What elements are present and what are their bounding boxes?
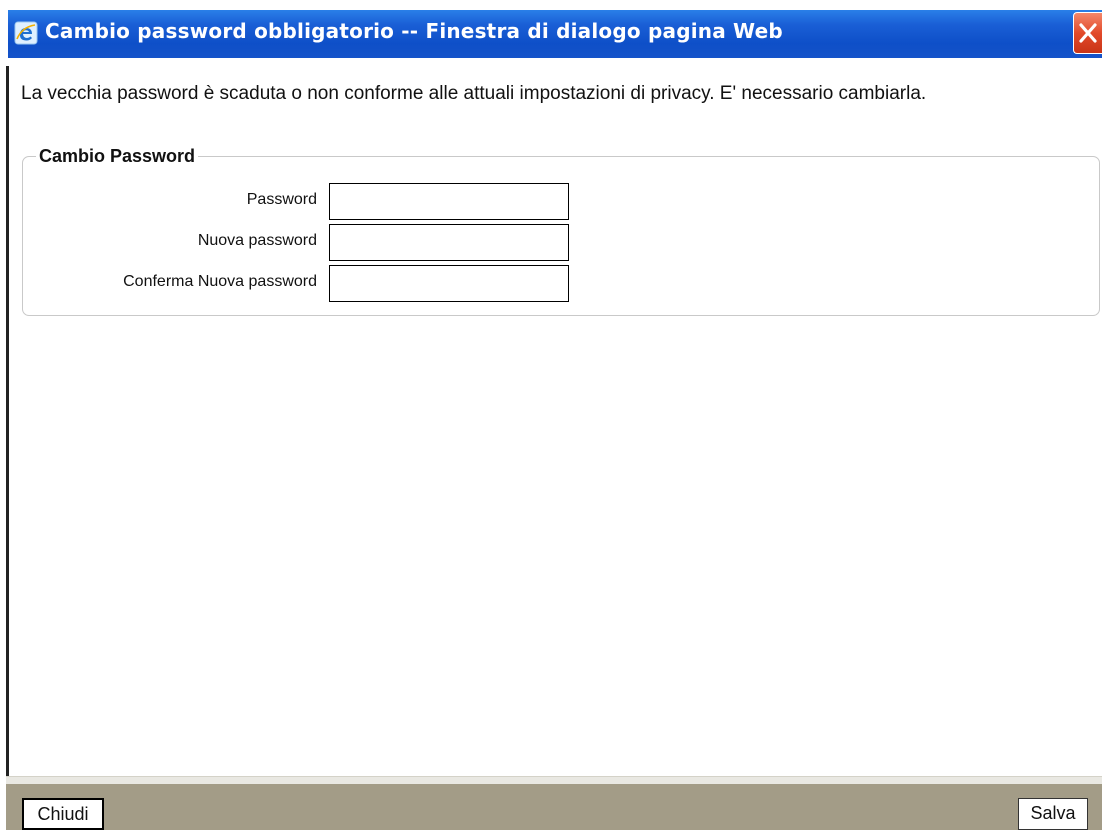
confirm-password-input[interactable] — [329, 265, 569, 302]
close-icon — [1079, 23, 1097, 43]
window-title: Cambio password obbligatorio -- Finestra… — [45, 19, 783, 43]
close-button[interactable]: Chiudi — [22, 798, 104, 830]
confirm-password-label: Conferma Nuova password — [123, 273, 317, 290]
internet-explorer-icon — [14, 21, 38, 45]
change-password-group: Cambio Password Password Nuova password … — [22, 146, 1100, 316]
new-password-label: Nuova password — [197, 232, 317, 249]
dialog-window: Cambio password obbligatorio -- Finestra… — [0, 0, 1102, 830]
expired-password-message: La vecchia password è scaduta o non conf… — [21, 83, 927, 104]
footer-divider — [6, 776, 1102, 784]
dialog-footer: Chiudi Salva — [6, 784, 1102, 830]
save-button[interactable]: Salva — [1018, 798, 1088, 830]
new-password-input[interactable] — [329, 224, 569, 261]
title-bar: Cambio password obbligatorio -- Finestra… — [0, 0, 1102, 66]
change-password-legend: Cambio Password — [39, 146, 196, 166]
current-password-label: Password — [246, 191, 317, 208]
dialog-content: La vecchia password è scaduta o non conf… — [9, 66, 1102, 776]
current-password-input[interactable] — [329, 183, 569, 220]
window-close-button[interactable] — [1073, 12, 1102, 54]
